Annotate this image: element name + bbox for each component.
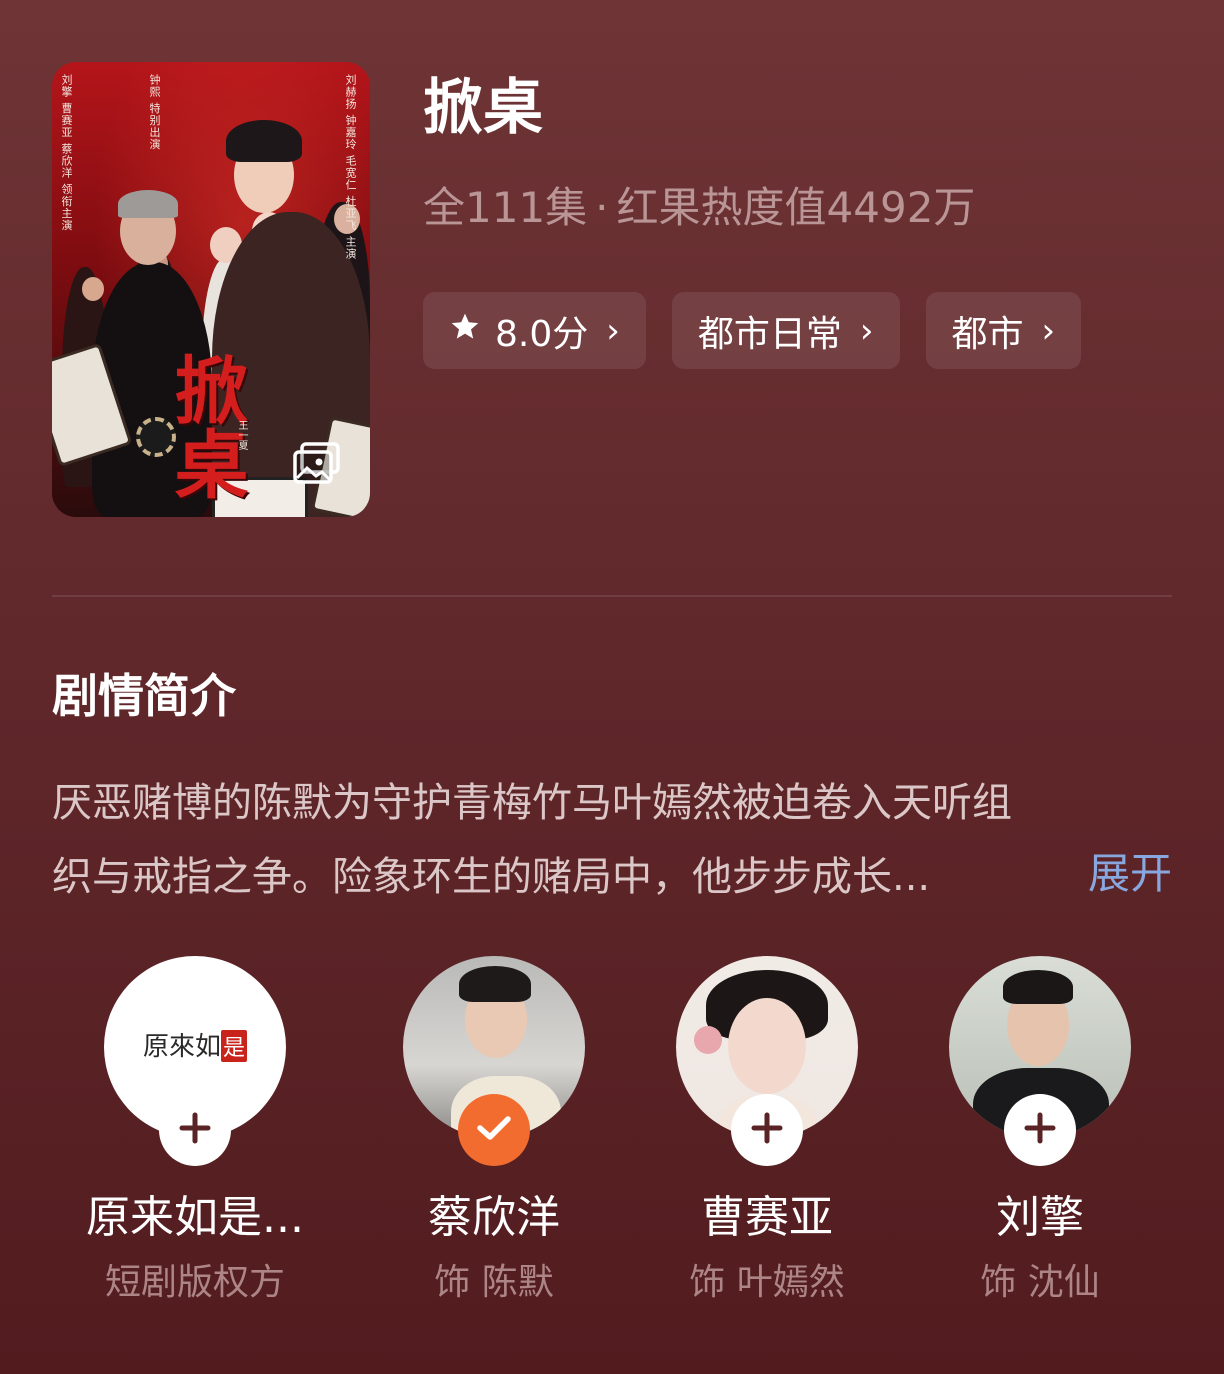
- star-icon: [449, 310, 481, 351]
- genre-tag-urban-daily[interactable]: 都市日常 ›: [671, 292, 900, 369]
- cast-name: 刘擎: [996, 1192, 1084, 1243]
- meta-separator: ·: [595, 183, 609, 232]
- poster-director: 王一夏: [236, 420, 247, 450]
- tag-label: 都市日常: [697, 313, 842, 355]
- poster-credits-special: 钟熙 特别出演: [148, 74, 161, 151]
- genre-tag-urban[interactable]: 都市 ›: [925, 292, 1082, 369]
- cast-item-cao-saiya[interactable]: 曹赛亚 饰 叶嫣然: [636, 956, 898, 1306]
- logo-seal: 是: [221, 1030, 248, 1062]
- cast-role: 饰 沈仙: [980, 1262, 1100, 1303]
- cast-item-cai-xinyang[interactable]: 蔡欣洋 饰 陈默: [363, 956, 625, 1306]
- cast-role: 短剧版权方: [104, 1262, 285, 1303]
- show-meta: 全111集 · 红果热度值4492万: [423, 180, 975, 236]
- poster-image[interactable]: 刘赫扬 钟嘉玲 毛宽仁 杜亚飞 主演 钟熙 特别出演 刘擎 曹赛亚 蔡欣洋 领衔…: [52, 62, 370, 517]
- episode-count: 全111集: [423, 183, 588, 232]
- poster-credits-main: 刘赫扬 钟嘉玲 毛宽仁 杜亚飞 主演: [344, 74, 357, 260]
- logo: 原來如是: [104, 1026, 286, 1063]
- chevron-right-icon: ›: [1041, 310, 1056, 351]
- follow-button[interactable]: [1004, 1094, 1076, 1166]
- chevron-right-icon: ›: [606, 310, 620, 351]
- plus-icon: [1023, 1111, 1057, 1149]
- tag-label: 都市: [951, 313, 1024, 355]
- cast-name: 原来如是...: [86, 1192, 304, 1243]
- plus-icon: [178, 1111, 212, 1149]
- cast-role: 饰 陈默: [434, 1262, 554, 1303]
- synopsis-heading: 剧情简介: [52, 669, 236, 723]
- rating-tag[interactable]: 8.0分 ›: [423, 292, 646, 369]
- rating-label: 8.0分: [495, 313, 589, 355]
- expand-button[interactable]: 展开: [1088, 841, 1172, 907]
- synopsis-line: 织与戒指之争。险象环生的赌局中，他步步成长...: [52, 854, 931, 900]
- poster-credits-lead: 刘擎 曹赛亚 蔡欣洋 领衔主演: [60, 74, 73, 232]
- logo-text: 原來如: [142, 1032, 221, 1062]
- follow-button[interactable]: [731, 1094, 803, 1166]
- heat-value: 红果热度值4492万: [616, 183, 976, 232]
- follow-button[interactable]: [159, 1094, 231, 1166]
- tag-row: 8.0分 › 都市日常 › 都市 ›: [423, 292, 1082, 369]
- plus-icon: [750, 1111, 784, 1149]
- poster-title-art: 掀桌: [162, 352, 248, 500]
- divider: [52, 595, 1172, 597]
- cast-item-copyright[interactable]: 原來如是 原来如是... 短剧版权方: [64, 956, 326, 1306]
- check-icon: [475, 1113, 513, 1147]
- cast-name: 蔡欣洋: [428, 1192, 560, 1243]
- synopsis-text[interactable]: 厌恶赌博的陈默为守护青梅竹马叶嫣然被迫卷入天听组 织与戒指之争。险象环生的赌局中…: [52, 766, 1172, 914]
- gallery-icon[interactable]: [292, 442, 344, 486]
- synopsis-line: 厌恶赌博的陈默为守护青梅竹马叶嫣然被迫卷入天听组: [52, 780, 1012, 826]
- chevron-right-icon: ›: [859, 310, 874, 351]
- follow-button-active[interactable]: [458, 1094, 530, 1166]
- cast-role: 饰 叶嫣然: [689, 1262, 845, 1303]
- show-title: 掀桌: [423, 73, 543, 143]
- cast-item-liu-qing[interactable]: 刘擎 饰 沈仙: [909, 956, 1171, 1306]
- cast-name: 曹赛亚: [701, 1192, 833, 1243]
